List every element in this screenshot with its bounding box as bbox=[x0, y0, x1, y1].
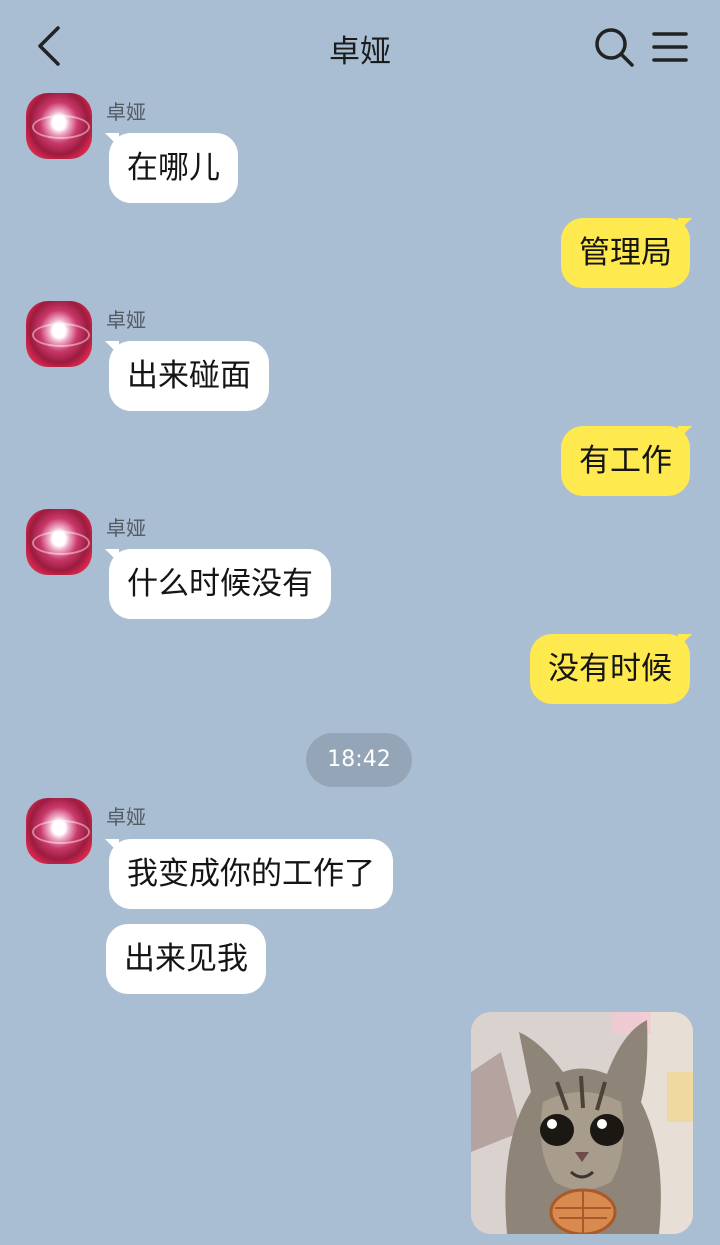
message-bubble-incoming[interactable]: 我变成你的工作了 bbox=[109, 839, 393, 909]
contact-avatar[interactable] bbox=[26, 798, 92, 864]
contact-avatar[interactable] bbox=[26, 93, 92, 159]
timestamp-badge: 18:42 bbox=[306, 733, 412, 787]
message-bubble-incoming[interactable]: 出来碰面 bbox=[109, 341, 269, 411]
sender-name: 卓娅 bbox=[106, 308, 146, 332]
message-bubble-incoming[interactable]: 出来见我 bbox=[106, 924, 266, 994]
message-bubble-outgoing[interactable]: 有工作 bbox=[561, 426, 690, 496]
search-button[interactable] bbox=[592, 25, 636, 69]
message-bubble-outgoing[interactable]: 没有时候 bbox=[530, 634, 690, 704]
image-message[interactable] bbox=[471, 1012, 693, 1234]
search-icon bbox=[595, 28, 634, 67]
menu-button[interactable] bbox=[648, 25, 692, 69]
message-bubble-incoming[interactable]: 什么时候没有 bbox=[109, 549, 331, 619]
cat-photo-image bbox=[471, 1012, 693, 1234]
sender-name: 卓娅 bbox=[106, 805, 146, 829]
contact-avatar[interactable] bbox=[26, 301, 92, 367]
message-bubble-outgoing[interactable]: 管理局 bbox=[561, 218, 690, 288]
sender-name: 卓娅 bbox=[106, 100, 146, 124]
menu-icon bbox=[652, 32, 688, 62]
message-bubble-incoming[interactable]: 在哪儿 bbox=[109, 133, 238, 203]
sender-name: 卓娅 bbox=[106, 516, 146, 540]
chat-header: 卓娅 bbox=[0, 0, 720, 95]
contact-avatar[interactable] bbox=[26, 509, 92, 575]
